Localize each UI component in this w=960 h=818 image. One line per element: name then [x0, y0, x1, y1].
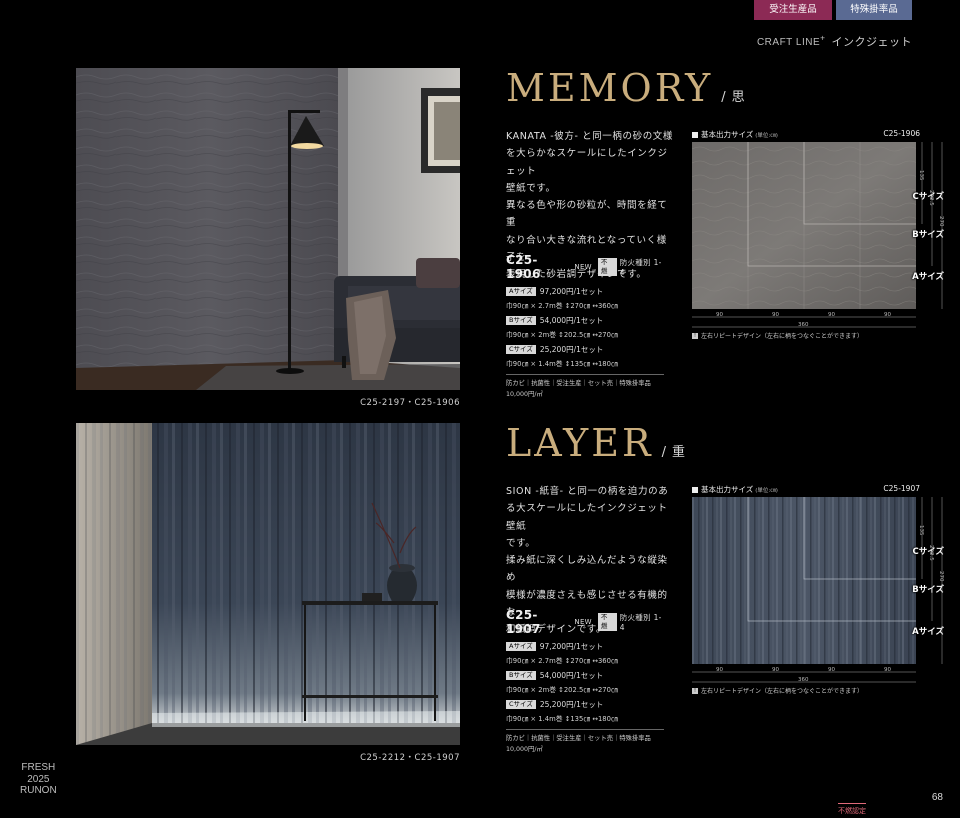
size-price: 97,200円/1セット — [539, 642, 604, 651]
memory-product-code: C25-1906 — [506, 253, 541, 281]
layer-title-jp: / 重 — [662, 441, 685, 460]
special-order-tag: 特殊掛率品 — [836, 0, 912, 20]
size-dims: 巾90㎝ × 2m巻 ↕202.5㎝ ↔270㎝ — [506, 331, 618, 339]
size-row-c: Cサイズ 25,200円/1セット 巾90㎝ × 1.4m巻 ↕135㎝ ↔180… — [506, 699, 664, 723]
series-label: CRAFT LINE+ インクジェット — [757, 33, 912, 49]
unit-price: 10,000円/㎡ — [506, 746, 543, 753]
memory-desc-line: KANATA -彼方- と同一柄の砂の文様 — [506, 131, 673, 142]
catalog-brand: FRESH 2025 RUNON — [20, 762, 57, 797]
layer-product-code: C25-1907 — [506, 608, 541, 636]
layer-title-jp-text: 重 — [671, 445, 685, 460]
size-badge: Aサイズ — [506, 642, 536, 651]
dimension-lines — [692, 497, 943, 683]
size-row-b: Bサイズ 54,000円/1セット 巾90㎝ × 2m巻 ↕202.5㎝ ↔270… — [506, 670, 664, 694]
memory-section: MEMORY / 思 KANATA -彼方- と同一柄の砂の文様 を大らかなスケー… — [506, 66, 946, 398]
size-price: 97,200円/1セット — [539, 287, 604, 296]
layer-title: LAYER / 重 — [506, 421, 946, 465]
info-icon: ! — [692, 687, 698, 694]
layer-size-diagram: 基本出力サイズ (単位:㎝) C25-1907 Cサイズ Bサイズ Aサイズ 1… — [692, 481, 946, 695]
size-dims: 巾90㎝ × 2m巻 ↕202.5㎝ ↔270㎝ — [506, 686, 618, 694]
memory-product-code-row: C25-1906 NEW 不燃 防火種別 1-4 — [506, 253, 664, 281]
layer-title-slash: / — [661, 445, 666, 460]
feature-list: 防カビ｜抗菌性｜受注生産｜セット売｜特殊掛率品 — [506, 380, 651, 387]
memory-room-photo — [76, 68, 460, 390]
new-label: NEW — [574, 263, 592, 271]
memory-title-slash: / — [721, 90, 726, 105]
repeat-note: ! 左右リピートデザイン（左右に柄をつなぐことができます） — [692, 331, 863, 340]
layer-desc-line: る大スケールにしたインクジェット壁紙 — [506, 503, 668, 532]
memory-desc-line: 異なる色や形の砂粒が、時間を経て重 — [506, 200, 668, 229]
repeat-note-text: 左右リピートデザイン（左右に柄をつなぐことができます） — [701, 688, 864, 695]
size-badge: Cサイズ — [506, 345, 536, 354]
size-dims: 巾90㎝ × 2.7m巻 ↕270㎝ ↔360㎝ — [506, 302, 618, 310]
series-mark: + — [820, 33, 826, 43]
brand-line: 2025 — [27, 773, 50, 785]
layer-desc-line: です。 — [506, 537, 536, 549]
repeat-note: ! 左右リピートデザイン（左右に柄をつなぐことができます） — [692, 686, 863, 695]
layer-title-en: LAYER — [506, 421, 654, 465]
size-row-b: Bサイズ 54,000円/1セット 巾90㎝ × 2m巻 ↕202.5㎝ ↔270… — [506, 315, 664, 339]
size-dims: 巾90㎝ × 1.4m巻 ↕135㎝ ↔180㎝ — [506, 715, 618, 723]
feature-list: 防カビ｜抗菌性｜受注生産｜セット売｜特殊掛率品 — [506, 735, 651, 742]
fire-class: 防火種別 1-4 — [619, 613, 662, 632]
size-price: 25,200円/1セット — [539, 700, 604, 709]
layer-desc-line: 揉み紙に深くしみ込んだような縦染め — [506, 555, 668, 584]
size-price: 54,000円/1セット — [539, 671, 604, 680]
memory-title: MEMORY / 思 — [506, 66, 946, 110]
brand-line: FRESH — [21, 762, 56, 773]
size-dims: 巾90㎝ × 1.4m巻 ↕135㎝ ↔180㎝ — [506, 360, 618, 368]
layer-product-spec: C25-1907 NEW 不燃 防火種別 1-4 Aサイズ 97,200円/1セッ… — [506, 608, 664, 753]
nonflammable-badge: 不燃認定 — [838, 803, 866, 816]
size-badge: Cサイズ — [506, 700, 536, 709]
info-icon: ! — [692, 332, 698, 339]
dimension-lines — [692, 142, 943, 328]
memory-desc-line: 壁紙です。 — [506, 182, 556, 194]
size-price: 54,000円/1セット — [539, 316, 604, 325]
unit-price: 10,000円/㎡ — [506, 391, 543, 398]
memory-title-jp: / 思 — [721, 86, 744, 105]
size-row-a: Aサイズ 97,200円/1セット 巾90㎝ × 2.7m巻 ↕270㎝ ↔360… — [506, 286, 664, 310]
size-row-a: Aサイズ 97,200円/1セット 巾90㎝ × 2.7m巻 ↕270㎝ ↔360… — [506, 641, 664, 665]
memory-title-en: MEMORY — [506, 66, 714, 110]
size-badge: Bサイズ — [506, 316, 536, 325]
layer-desc-line: SION -紙音- と同一の柄を迫力のあ — [506, 486, 669, 497]
memory-photo-credit: C25-2197・C25-1906 — [360, 398, 460, 408]
fire-class: 防火種別 1-4 — [619, 258, 662, 277]
page-number: 68 — [931, 792, 943, 803]
size-badge: Bサイズ — [506, 671, 536, 680]
size-badge: Aサイズ — [506, 287, 536, 296]
memory-title-jp-text: 思 — [731, 90, 745, 105]
brand-line: RUNON — [20, 785, 57, 796]
divider — [506, 374, 664, 375]
series-brand-text: CRAFT LINE — [756, 37, 821, 49]
size-dims: 巾90㎝ × 2.7m巻 ↕270㎝ ↔360㎝ — [506, 657, 618, 665]
memory-desc-line: を大らかなスケールにしたインクジェット — [506, 148, 668, 177]
made-to-order-tag: 受注生産品 — [754, 0, 832, 20]
layer-room-photo — [76, 423, 460, 745]
divider — [506, 729, 664, 730]
series-brand: CRAFT LINE+ — [756, 33, 826, 49]
layer-section: LAYER / 重 SION -紙音- と同一の柄を迫力のあ る大スケールにしたイ… — [506, 421, 946, 753]
memory-size-diagram: 基本出力サイズ (単位:㎝) C25-1906 Cサイズ Bサイズ Aサイズ 1… — [692, 126, 946, 340]
repeat-note-text: 左右リピートデザイン（左右に柄をつなぐことができます） — [701, 333, 864, 340]
series-type: インクジェット — [831, 35, 912, 49]
new-label: NEW — [574, 618, 592, 626]
layer-photo-credit: C25-2212・C25-1907 — [360, 753, 460, 763]
fire-badge: 不燃 — [597, 258, 617, 276]
size-price: 25,200円/1セット — [539, 345, 604, 354]
fire-badge: 不燃 — [597, 613, 617, 631]
size-row-c: Cサイズ 25,200円/1セット 巾90㎝ × 1.4m巻 ↕135㎝ ↔180… — [506, 344, 664, 368]
memory-product-spec: C25-1906 NEW 不燃 防火種別 1-4 Aサイズ 97,200円/1セッ… — [506, 253, 664, 398]
layer-product-code-row: C25-1907 NEW 不燃 防火種別 1-4 — [506, 608, 664, 636]
